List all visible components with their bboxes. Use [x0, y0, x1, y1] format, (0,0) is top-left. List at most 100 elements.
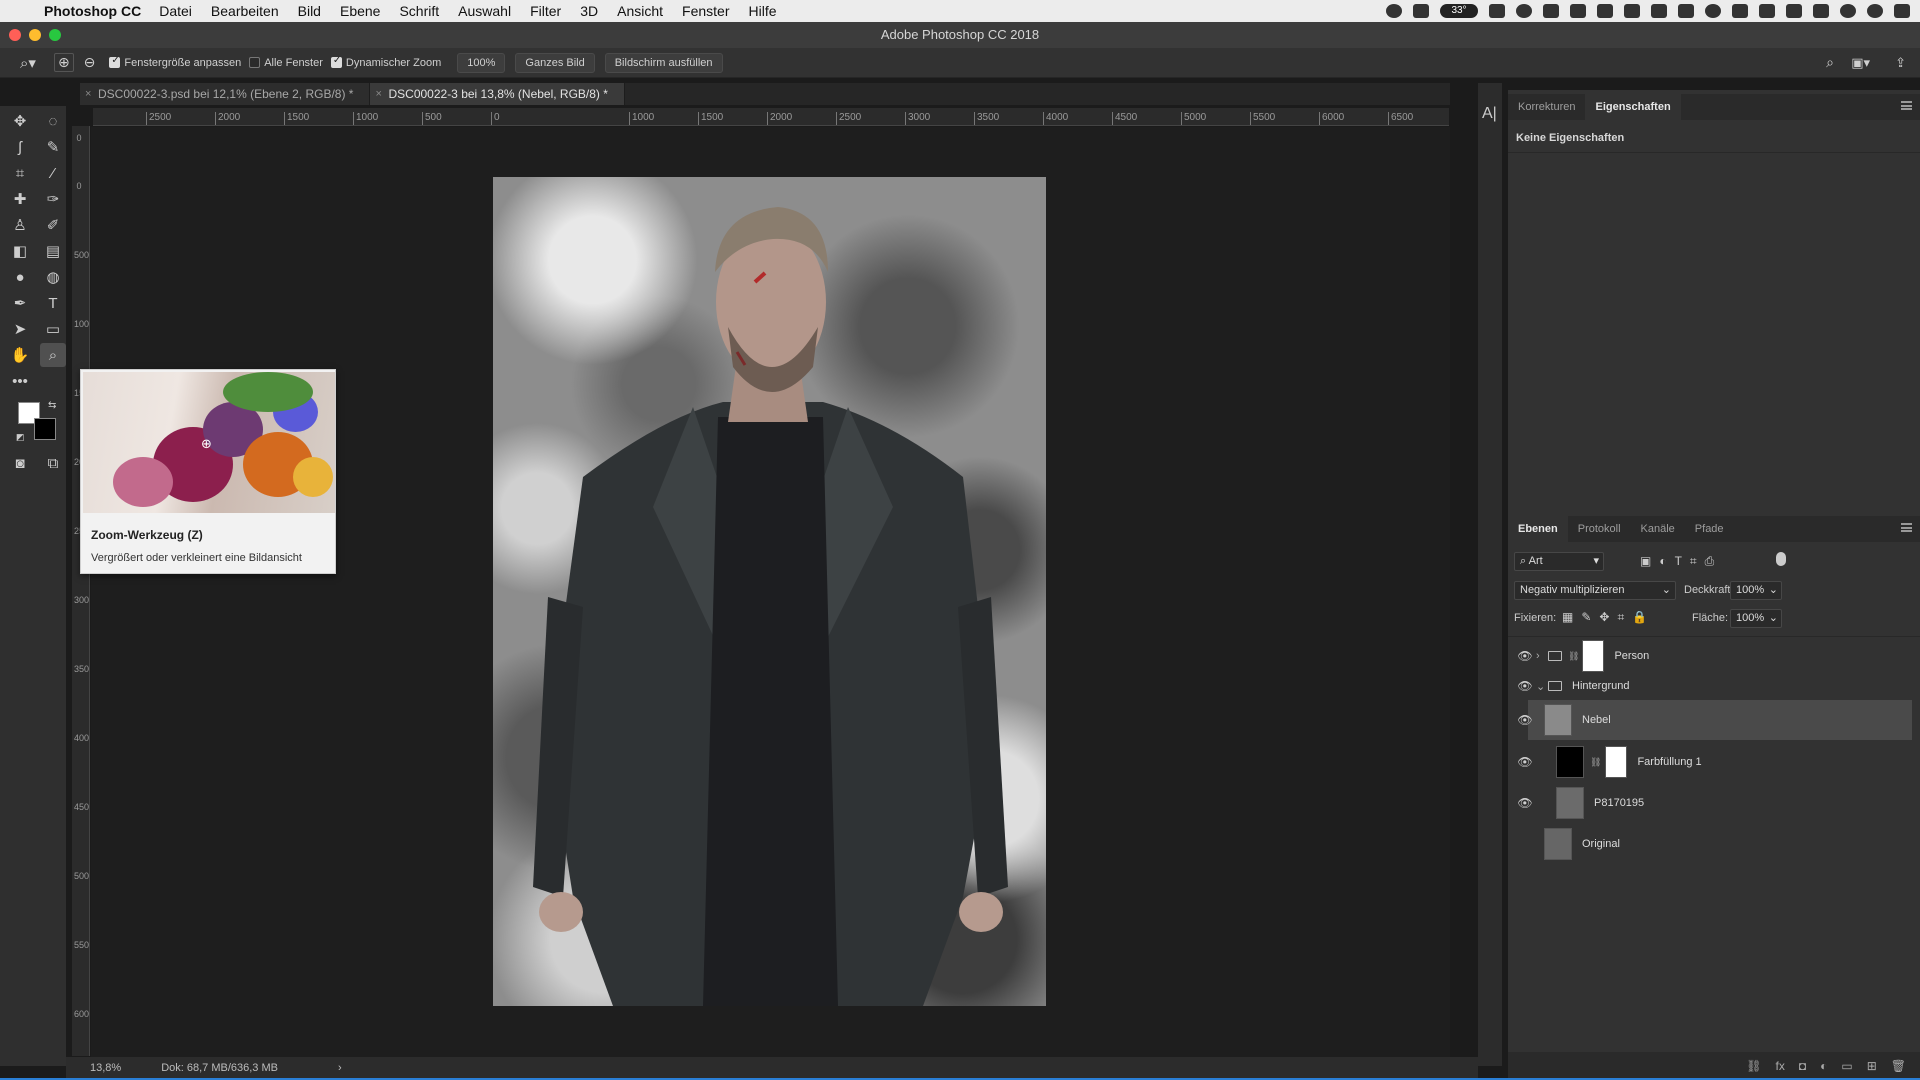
layer-filter-select[interactable]: ⌕ Art ▾: [1514, 552, 1604, 571]
menu-item-3d[interactable]: 3D: [580, 3, 598, 19]
airplay-icon[interactable]: [1786, 4, 1802, 18]
eraser-tool-icon[interactable]: ◧: [7, 239, 33, 263]
creative-cloud-icon[interactable]: [1516, 4, 1532, 18]
panel-menu-icon[interactable]: [1901, 101, 1912, 110]
zoom-tool-preset-icon[interactable]: ⌕▾: [20, 54, 36, 72]
layer-row-original[interactable]: 👁 Original: [1508, 824, 1920, 864]
path-selection-tool-icon[interactable]: ➤: [7, 317, 33, 341]
dropbox-icon[interactable]: [1570, 4, 1586, 18]
zoom-out-icon[interactable]: ⊖: [84, 54, 96, 71]
tab-document-2[interactable]: × DSC00022-3 bei 13,8% (Nebel, RGB/8) *: [370, 83, 625, 105]
zoom-in-icon[interactable]: ⊕: [53, 53, 74, 72]
temperature-badge[interactable]: 33°: [1440, 4, 1478, 18]
visibility-eye-icon[interactable]: 👁: [1514, 679, 1536, 693]
hd-icon[interactable]: [1624, 4, 1640, 18]
zoom-100-button[interactable]: 100%: [457, 52, 506, 73]
fill-input[interactable]: 100% ⌄: [1730, 609, 1782, 628]
menu-item-ebene[interactable]: Ebene: [340, 3, 380, 19]
blur-tool-icon[interactable]: ●: [7, 265, 33, 289]
share-icon[interactable]: ⇪: [1895, 55, 1906, 71]
menu-item-datei[interactable]: Datei: [159, 3, 192, 19]
healing-brush-tool-icon[interactable]: ✚: [7, 187, 33, 211]
zoom-level[interactable]: 13,8%: [90, 1062, 121, 1074]
menu-item-bild[interactable]: Bild: [298, 3, 321, 19]
new-group-icon[interactable]: ▭: [1841, 1059, 1852, 1073]
menu-app-name[interactable]: Photoshop CC: [44, 3, 141, 19]
eyedropper-tool-icon[interactable]: ⁄: [40, 161, 66, 185]
notification-center-icon[interactable]: [1894, 4, 1910, 18]
workspace-icon[interactable]: ▣▾: [1851, 55, 1870, 71]
link-layers-icon[interactable]: ⛓: [1746, 1059, 1761, 1073]
character-panel-icon[interactable]: A|: [1482, 105, 1497, 123]
blend-mode-select[interactable]: Negativ multiplizieren ⌄: [1514, 581, 1676, 600]
visibility-toggle[interactable]: 👁: [1514, 837, 1536, 851]
hat-icon[interactable]: [1678, 4, 1694, 18]
visibility-eye-icon[interactable]: 👁: [1514, 755, 1536, 769]
tab-eigenschaften[interactable]: Eigenschaften: [1585, 94, 1681, 120]
fill-screen-button[interactable]: Bildschirm ausfüllen: [604, 52, 723, 73]
new-layer-icon[interactable]: ⊞: [1867, 1059, 1877, 1073]
dodge-tool-icon[interactable]: ◍: [40, 265, 66, 289]
cloud-icon[interactable]: [1651, 4, 1667, 18]
all-windows-checkbox[interactable]: [249, 57, 261, 68]
zoom-window-button[interactable]: [49, 29, 61, 41]
filter-toggle-icon[interactable]: [1776, 552, 1786, 566]
layer-thumbnail[interactable]: [1544, 828, 1572, 860]
layer-row-farbfuellung[interactable]: 👁 ⛓ Farbfüllung 1: [1508, 742, 1920, 782]
type-tool-icon[interactable]: T: [40, 291, 66, 315]
delete-layer-icon[interactable]: 🗑: [1891, 1059, 1906, 1073]
brush-tool-icon[interactable]: ✑: [40, 187, 66, 211]
menu-item-hilfe[interactable]: Hilfe: [749, 3, 777, 19]
chevron-down-icon[interactable]: ⌄: [1536, 680, 1548, 693]
close-tab-icon[interactable]: ×: [375, 83, 381, 105]
battery-icon[interactable]: [1813, 4, 1829, 18]
lasso-tool-icon[interactable]: ʃ: [7, 135, 33, 159]
layer-effects-icon[interactable]: fx: [1776, 1059, 1785, 1073]
move-tool-icon[interactable]: ✥: [7, 109, 33, 133]
tab-protokoll[interactable]: Protokoll: [1568, 516, 1631, 542]
quick-selection-tool-icon[interactable]: ✎: [40, 135, 66, 159]
scribble-icon[interactable]: [1543, 4, 1559, 18]
menu-item-schrift[interactable]: Schrift: [399, 3, 439, 19]
gradient-tool-icon[interactable]: ▤: [40, 239, 66, 263]
layer-row-hintergrund[interactable]: 👁 ⌄ Hintergrund: [1508, 672, 1920, 700]
background-color-swatch[interactable]: [34, 418, 56, 440]
default-colors-icon[interactable]: ◩: [16, 432, 25, 443]
marquee-tool-icon[interactable]: ◌: [40, 109, 66, 133]
whole-image-button[interactable]: Ganzes Bild: [515, 52, 595, 73]
menu-item-auswahl[interactable]: Auswahl: [458, 3, 511, 19]
chevron-right-icon[interactable]: ›: [1536, 650, 1548, 662]
add-mask-icon[interactable]: ◘: [1799, 1059, 1806, 1073]
more-tools-icon[interactable]: •••: [7, 369, 33, 393]
panel-menu-icon[interactable]: [1901, 523, 1912, 532]
search-icon[interactable]: ⌕: [1826, 54, 1834, 71]
evernote-icon[interactable]: [1597, 4, 1613, 18]
bluetooth-icon[interactable]: [1732, 4, 1748, 18]
menu-item-bearbeiten[interactable]: Bearbeiten: [211, 3, 279, 19]
dynamic-zoom-checkbox[interactable]: [330, 55, 342, 68]
tab-korrekturen[interactable]: Korrekturen: [1508, 94, 1585, 120]
opacity-input[interactable]: 100% ⌄: [1730, 581, 1782, 600]
document-image[interactable]: [493, 177, 1046, 1006]
record-icon[interactable]: [1386, 4, 1402, 18]
layer-row-person[interactable]: 👁 › ⛓ Person: [1508, 636, 1920, 676]
layer-mask-thumbnail[interactable]: [1582, 640, 1605, 672]
minimize-window-button[interactable]: [29, 29, 41, 41]
tab-pfade[interactable]: Pfade: [1685, 516, 1734, 542]
menu-item-fenster[interactable]: Fenster: [682, 3, 729, 19]
layer-row-nebel[interactable]: 👁 Nebel: [1517, 700, 1912, 740]
quick-mask-icon[interactable]: ◙: [7, 451, 33, 475]
app-tray-icon[interactable]: [1413, 4, 1429, 18]
menu-item-filter[interactable]: Filter: [530, 3, 561, 19]
menu-item-ansicht[interactable]: Ansicht: [617, 3, 663, 19]
display-icon[interactable]: [1489, 4, 1505, 18]
fill-color-thumbnail[interactable]: [1556, 746, 1584, 778]
tab-ebenen[interactable]: Ebenen: [1508, 516, 1568, 542]
layer-thumbnail[interactable]: [1556, 787, 1584, 819]
fit-window-checkbox[interactable]: [109, 55, 121, 68]
pen-tool-icon[interactable]: ✒: [7, 291, 33, 315]
spotlight-icon[interactable]: [1840, 4, 1856, 18]
layer-thumbnail[interactable]: [1544, 704, 1572, 736]
visibility-eye-icon[interactable]: 👁: [1514, 713, 1536, 727]
crop-tool-icon[interactable]: ⌗: [7, 161, 33, 185]
